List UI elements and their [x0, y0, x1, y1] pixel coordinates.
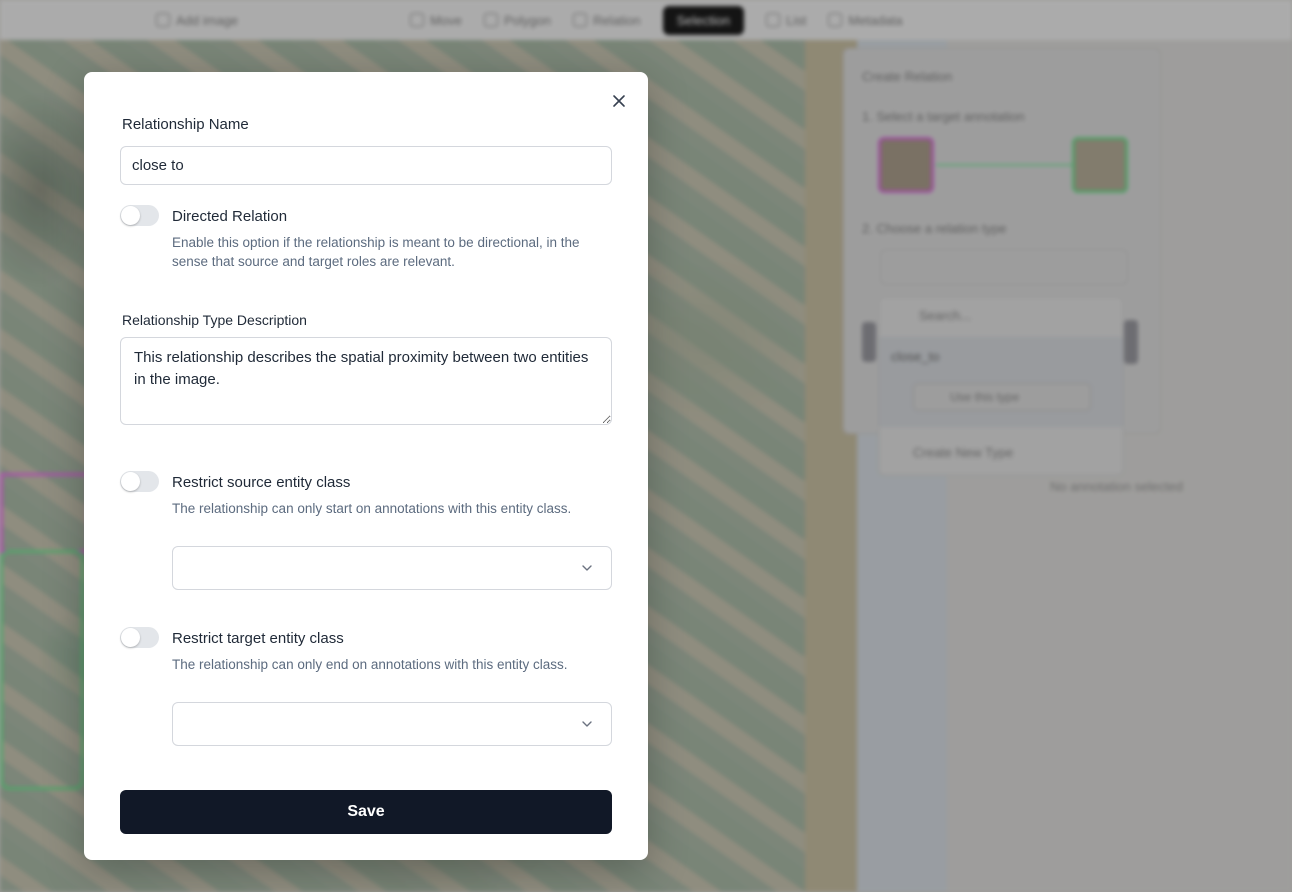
relationship-type-dialog: Relationship Name Directed Relation Enab…: [84, 72, 648, 860]
close-button[interactable]: [608, 90, 630, 112]
relationship-name-input[interactable]: [120, 146, 612, 185]
directed-relation-title: Directed Relation: [172, 208, 288, 225]
restrict-source-toggle[interactable]: [120, 471, 159, 492]
toggle-knob: [121, 206, 140, 225]
restrict-target-title: Restrict target entity class: [172, 630, 344, 647]
toggle-knob: [121, 472, 140, 491]
source-entity-class-select[interactable]: [172, 546, 612, 590]
restrict-source-title: Restrict source entity class: [172, 474, 351, 491]
chevron-down-icon: [582, 721, 592, 727]
chevron-down-icon: [582, 565, 592, 571]
restrict-target-help: The relationship can only end on annotat…: [172, 657, 568, 672]
description-label: Relationship Type Description: [122, 312, 307, 328]
description-textarea[interactable]: This relationship describes the spatial …: [120, 337, 612, 425]
restrict-target-toggle[interactable]: [120, 627, 159, 648]
target-entity-class-select[interactable]: [172, 702, 612, 746]
restrict-source-help: The relationship can only start on annot…: [172, 501, 572, 516]
close-icon: [613, 95, 625, 107]
directed-relation-toggle[interactable]: [120, 205, 159, 226]
toggle-knob: [121, 628, 140, 647]
relationship-name-label: Relationship Name: [122, 116, 249, 133]
directed-relation-help: Enable this option if the relationship i…: [172, 235, 580, 269]
save-button[interactable]: Save: [120, 790, 612, 834]
